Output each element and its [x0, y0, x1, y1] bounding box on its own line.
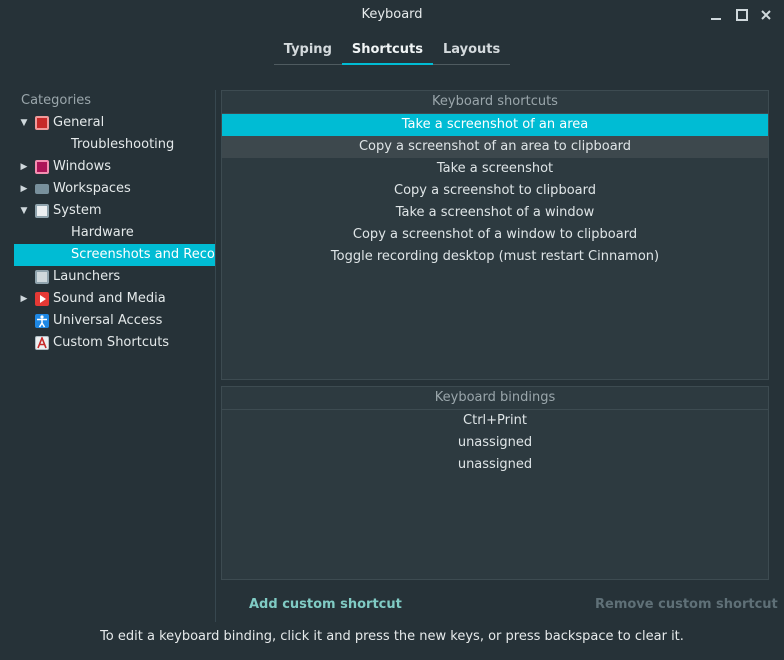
preferences-icon [35, 116, 49, 130]
tab-shortcuts[interactable]: Shortcuts [341, 36, 433, 65]
sidebar-item-system[interactable]: ▼ System [14, 200, 215, 222]
accessibility-icon [35, 314, 49, 328]
sidebar-item-launchers[interactable]: Launchers [14, 266, 215, 288]
binding-row[interactable]: unassigned [222, 454, 768, 476]
shortcut-row[interactable]: Toggle recording desktop (must restart C… [222, 246, 768, 268]
sidebar-item-label: Troubleshooting [71, 137, 175, 152]
sidebar-item-hardware[interactable]: Hardware [14, 222, 215, 244]
close-icon [761, 10, 771, 20]
expand-arrow-icon[interactable]: ▼ [19, 112, 29, 134]
shortcut-row[interactable]: Copy a screenshot to clipboard [222, 180, 768, 202]
media-play-icon [35, 292, 49, 306]
collapse-arrow-icon[interactable]: ▶ [19, 178, 29, 200]
sidebar-item-workspaces[interactable]: ▶ Workspaces [14, 178, 215, 200]
window-title: Keyboard [361, 7, 423, 22]
title-bar: Keyboard [0, 0, 784, 30]
tab-bar: Typing Shortcuts Layouts [0, 36, 784, 65]
bindings-panel: Keyboard bindings Ctrl+Print unassigned … [221, 386, 769, 580]
add-custom-shortcut-button[interactable]: Add custom shortcut [249, 597, 402, 612]
sidebar-item-label: Launchers [53, 269, 121, 284]
maximize-button[interactable] [733, 6, 751, 24]
sidebar-item-label: Workspaces [53, 181, 131, 196]
categories-sidebar: Categories ▼ General Troubleshooting ▶ W… [14, 90, 216, 622]
expand-arrow-icon[interactable]: ▼ [19, 200, 29, 222]
sidebar-item-windows[interactable]: ▶ Windows [14, 156, 215, 178]
system-icon [35, 204, 49, 218]
binding-row[interactable]: unassigned [222, 432, 768, 454]
shortcut-row[interactable]: Take a screenshot of an area [222, 114, 768, 136]
sidebar-item-label: Sound and Media [53, 291, 166, 306]
sidebar-item-universal-access[interactable]: Universal Access [14, 310, 215, 332]
shortcuts-panel: Keyboard shortcuts Take a screenshot of … [221, 90, 769, 380]
categories-header: Categories [21, 93, 92, 108]
maximize-icon [736, 9, 748, 21]
windows-icon [35, 160, 49, 174]
sidebar-item-troubleshooting[interactable]: Troubleshooting [14, 134, 215, 156]
sidebar-item-label: Universal Access [53, 313, 163, 328]
sidebar-item-screenshots-and-recording[interactable]: Screenshots and Recording [14, 244, 215, 266]
sidebar-item-label: Windows [53, 159, 112, 174]
tab-layouts[interactable]: Layouts [432, 36, 511, 65]
shortcut-row[interactable]: Copy a screenshot of a window to clipboa… [222, 224, 768, 246]
minimize-icon [711, 18, 721, 20]
sidebar-item-sound-and-media[interactable]: ▶ Sound and Media [14, 288, 215, 310]
sidebar-item-custom-shortcuts[interactable]: Custom Shortcuts [14, 332, 215, 354]
shortcut-row[interactable]: Copy a screenshot of an area to clipboar… [222, 136, 768, 158]
launcher-icon [35, 270, 49, 284]
remove-custom-shortcut-button[interactable]: Remove custom shortcut [595, 597, 778, 612]
sidebar-item-label: Custom Shortcuts [53, 335, 170, 350]
shortcut-row[interactable]: Take a screenshot [222, 158, 768, 180]
sidebar-item-label: System [53, 203, 102, 218]
tab-typing[interactable]: Typing [273, 36, 342, 65]
close-button[interactable] [757, 6, 775, 24]
custom-shortcut-icon [35, 336, 49, 350]
monitor-icon [35, 184, 49, 194]
collapse-arrow-icon[interactable]: ▶ [19, 156, 29, 178]
bindings-header: Keyboard bindings [222, 387, 768, 410]
help-hint: To edit a keyboard binding, click it and… [100, 629, 684, 644]
sidebar-item-label: General [53, 115, 105, 130]
sidebar-item-label: Hardware [71, 225, 134, 240]
binding-row[interactable]: Ctrl+Print [222, 410, 768, 432]
collapse-arrow-icon[interactable]: ▶ [19, 288, 29, 310]
minimize-button[interactable] [707, 6, 725, 24]
shortcut-row[interactable]: Take a screenshot of a window [222, 202, 768, 224]
sidebar-item-label: Screenshots and Recording [71, 247, 215, 262]
sidebar-item-general[interactable]: ▼ General [14, 112, 215, 134]
shortcuts-header: Keyboard shortcuts [222, 91, 768, 114]
